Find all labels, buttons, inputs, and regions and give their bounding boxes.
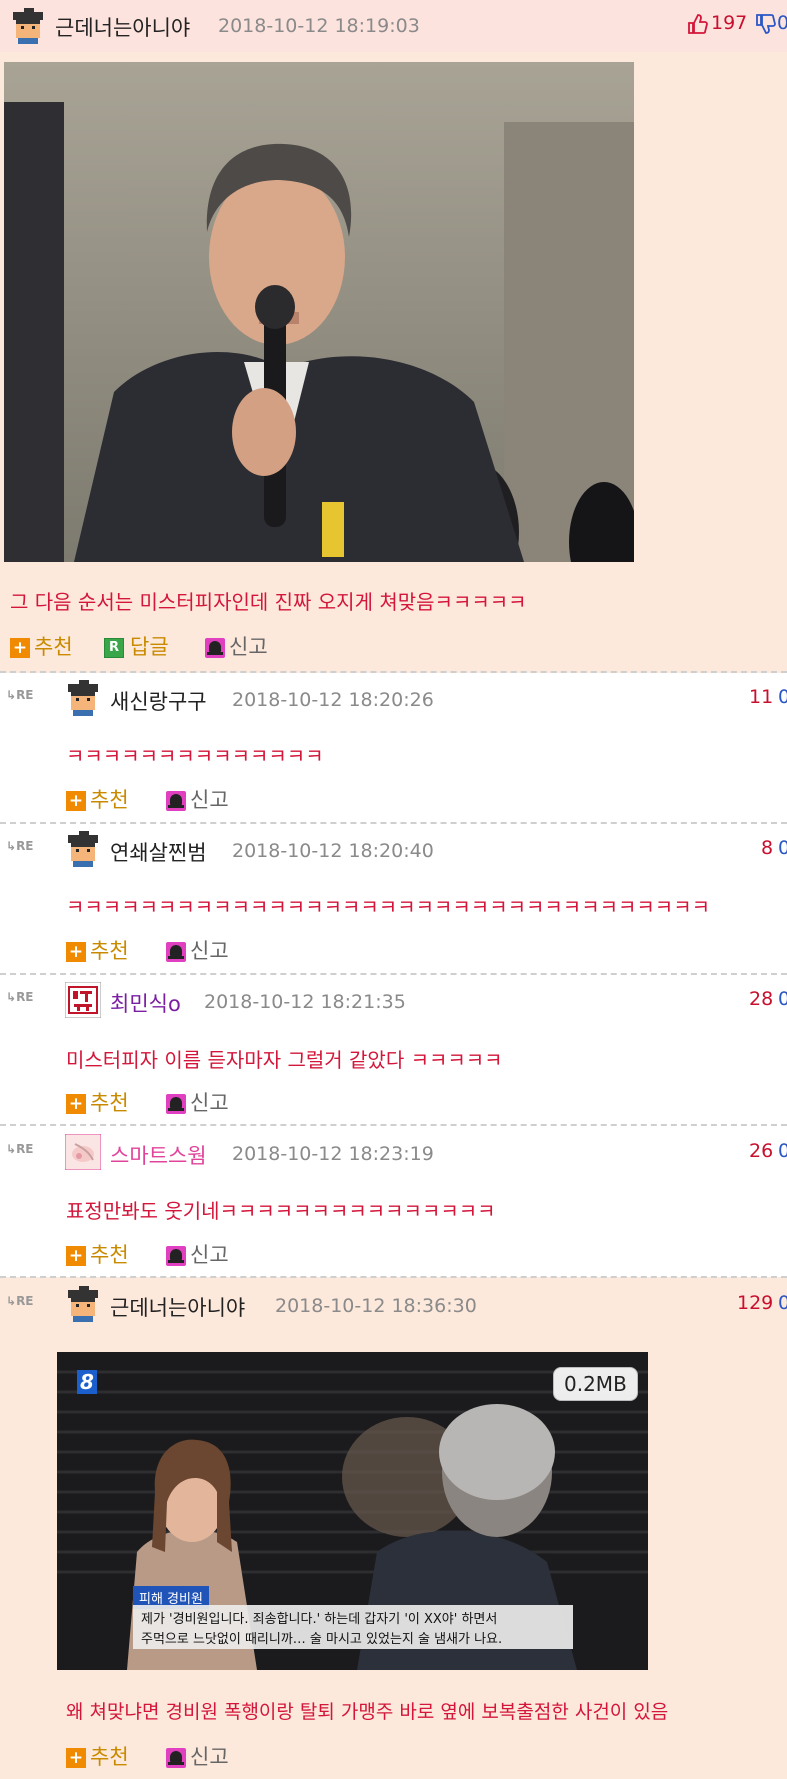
comment-author[interactable]: 스마트스웜 <box>110 1140 207 1170</box>
post-downvote-count: 0 <box>777 12 787 34</box>
reply-arrow-icon: ↳ <box>6 688 17 702</box>
post-reply-label: 답글 <box>130 635 169 659</box>
siren-icon <box>166 942 186 962</box>
comment-author[interactable]: 최민식o <box>110 988 181 1018</box>
comment-report-button[interactable]: 신고 <box>166 1741 229 1771</box>
post-image[interactable] <box>4 62 634 562</box>
post-recommend-label: 추천 <box>34 635 73 659</box>
reply-arrow-icon: ↳ <box>6 990 17 1004</box>
comment-report-button[interactable]: 신고 <box>166 1087 229 1117</box>
thumbs-up-icon[interactable] <box>686 13 708 35</box>
comment-upvote-count: 11 <box>749 686 774 708</box>
reply-icon: R <box>104 638 124 658</box>
comment-report-button[interactable]: 신고 <box>166 935 229 965</box>
comment-body: 왜 쳐맞냐면 경비원 폭행이랑 탈퇴 가맹주 바로 옆에 보복출점한 사건이 있… <box>66 1701 669 1723</box>
post-body: 그 다음 순서는 미스터피자인데 진짜 오지게 쳐맞음ㅋㅋㅋㅋㅋ <box>10 590 527 614</box>
reply-indicator: ↳RE <box>6 688 34 702</box>
comment-body: 표정만봐도 웃기네ㅋㅋㅋㅋㅋㅋㅋㅋㅋㅋㅋㅋㅋㅋㅋ <box>66 1199 496 1223</box>
reply-indicator: ↳RE <box>6 1142 34 1156</box>
reply-arrow-icon: ↳ <box>6 1294 17 1308</box>
siren-icon <box>166 1094 186 1114</box>
post-date: 2018-10-12 18:19:03 <box>218 15 420 37</box>
siren-icon <box>166 1748 186 1768</box>
comment-recommend-button[interactable]: + 추천 <box>66 1239 129 1269</box>
comment-avatar[interactable] <box>65 982 101 1018</box>
divider <box>0 973 787 975</box>
comment-date: 2018-10-12 18:36:30 <box>275 1295 477 1317</box>
comment-author[interactable]: 새신랑구구 <box>110 686 207 716</box>
comment-recommend-button[interactable]: + 추천 <box>66 935 129 965</box>
plus-icon: + <box>10 638 30 658</box>
comment-author[interactable]: 연쇄살찐범 <box>110 837 207 867</box>
post-report-label: 신고 <box>229 635 268 659</box>
comment-downvote-count: 0 <box>778 1140 787 1162</box>
post-recommend-button[interactable]: + 추천 <box>10 631 73 661</box>
file-size-badge: 0.2MB <box>553 1367 638 1401</box>
plus-icon: + <box>66 1094 86 1114</box>
plus-icon: + <box>66 1246 86 1266</box>
comment-body: ㅋㅋㅋㅋㅋㅋㅋㅋㅋㅋㅋㅋㅋㅋㅋㅋㅋㅋㅋㅋㅋㅋㅋㅋㅋㅋㅋㅋㅋㅋㅋㅋㅋㅋㅋ <box>66 895 710 919</box>
comment-upvote-count: 26 <box>749 1140 774 1162</box>
post-report-button[interactable]: 신고 <box>205 631 268 661</box>
comment-body: ㅋㅋㅋㅋㅋㅋㅋㅋㅋㅋㅋㅋㅋㅋ <box>66 744 324 768</box>
comment-video[interactable]: 8 피해 경비원 제가 '경비원입니다. 죄송합니다.' 하는데 갑자기 '이 … <box>57 1352 648 1670</box>
siren-icon <box>166 1246 186 1266</box>
comment-upvote-count: 8 <box>761 837 774 859</box>
siren-icon <box>205 638 225 658</box>
comment-avatar[interactable] <box>65 831 101 867</box>
caption-line-1: 제가 '경비원입니다. 죄송합니다.' 하는데 갑자기 '이 XX야' 하면서 <box>141 1612 498 1627</box>
comment-avatar[interactable] <box>65 680 101 716</box>
plus-icon: + <box>66 1748 86 1768</box>
comment-downvote-count: 0 <box>778 686 787 708</box>
comment-recommend-button[interactable]: + 추천 <box>66 1741 129 1771</box>
channel-logo: 8 <box>77 1370 97 1394</box>
comment-author[interactable]: 근데너는아니야 <box>110 1292 245 1322</box>
divider <box>0 1124 787 1126</box>
comment-avatar[interactable] <box>65 1286 101 1322</box>
thumbs-down-icon[interactable] <box>754 13 776 35</box>
comment-upvote-count: 28 <box>749 988 774 1010</box>
divider <box>0 1276 787 1278</box>
comment-body: 미스터피자 이름 듣자마자 그럴거 같았다 ㅋㅋㅋㅋㅋ <box>66 1048 503 1072</box>
siren-icon <box>166 791 186 811</box>
comment-recommend-button[interactable]: + 추천 <box>66 1087 129 1117</box>
comment-report-button[interactable]: 신고 <box>166 1239 229 1269</box>
comment-upvote-count: 129 <box>737 1292 774 1314</box>
comment-avatar[interactable] <box>65 1134 101 1170</box>
reply-arrow-icon: ↳ <box>6 839 17 853</box>
comment-report-button[interactable]: 신고 <box>166 784 229 814</box>
comment-date: 2018-10-12 18:20:26 <box>232 689 434 711</box>
comment-recommend-button[interactable]: + 추천 <box>66 784 129 814</box>
divider <box>0 822 787 824</box>
caption-line-2: 주먹으로 느닷없이 때리니까… 술 마시고 있었는지 술 냄새가 나요. <box>141 1632 503 1647</box>
comment-downvote-count: 0 <box>778 1292 787 1314</box>
divider <box>0 671 787 673</box>
plus-icon: + <box>66 791 86 811</box>
post-upvote-count: 197 <box>711 12 748 34</box>
reply-indicator: ↳RE <box>6 1294 34 1308</box>
reply-indicator: ↳RE <box>6 839 34 853</box>
reply-indicator: ↳RE <box>6 990 34 1004</box>
comment-date: 2018-10-12 18:20:40 <box>232 840 434 862</box>
plus-icon: + <box>66 942 86 962</box>
comment-date: 2018-10-12 18:21:35 <box>204 991 406 1013</box>
reply-arrow-icon: ↳ <box>6 1142 17 1156</box>
comment-date: 2018-10-12 18:23:19 <box>232 1143 434 1165</box>
post-reply-button[interactable]: R 답글 <box>104 631 169 661</box>
comment-downvote-count: 0 <box>778 988 787 1010</box>
comment-downvote-count: 0 <box>778 837 787 859</box>
post-avatar[interactable] <box>10 8 46 44</box>
post-author[interactable]: 근데너는아니야 <box>55 12 190 42</box>
